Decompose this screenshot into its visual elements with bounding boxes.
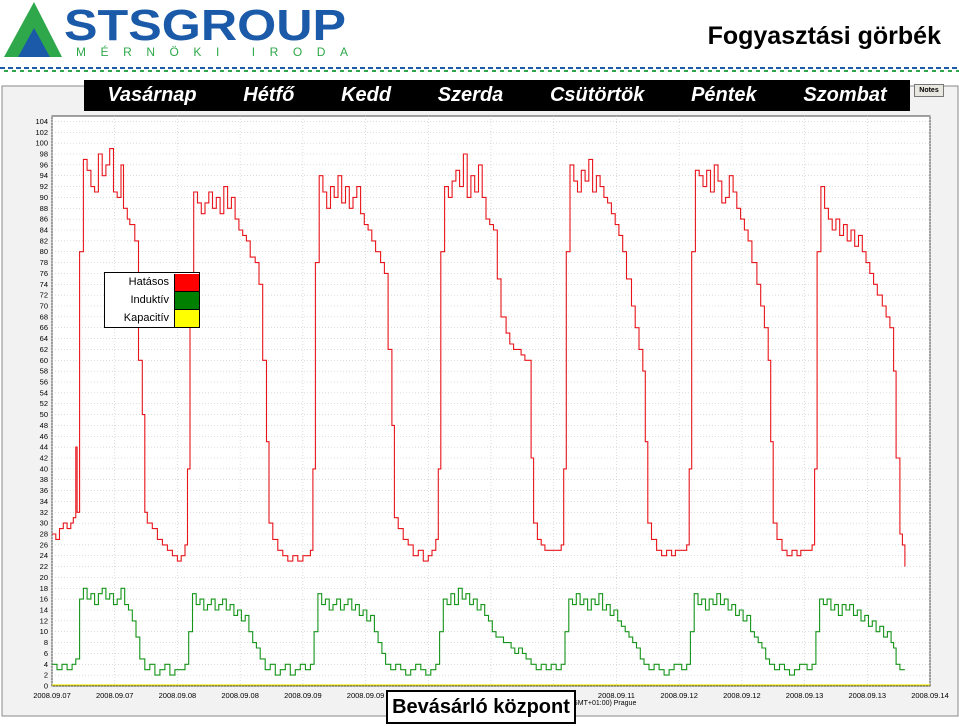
y-tick-label: 66 xyxy=(40,323,48,332)
y-tick-label: 62 xyxy=(40,345,48,354)
y-tick-label: 4 xyxy=(44,660,48,669)
y-tick-label: 40 xyxy=(40,464,48,473)
y-tick-label: 54 xyxy=(40,388,48,397)
x-tick-label: 2008.09.12 xyxy=(660,691,698,700)
y-tick-label: 28 xyxy=(40,530,48,539)
y-tick-label: 36 xyxy=(40,486,48,495)
y-tick-label: 102 xyxy=(35,128,48,137)
timezone-note: (GMT+01:00) Prague xyxy=(570,700,637,707)
y-tick-label: 60 xyxy=(40,356,48,365)
legend-item-hatasos: Hatásos xyxy=(105,273,199,291)
legend-item-kapacitiv: Kapacitív xyxy=(105,309,199,327)
x-tick-label: 2008.09.07 xyxy=(96,691,134,700)
legend-label: Kapacitív xyxy=(123,312,169,324)
y-tick-label: 22 xyxy=(40,562,48,571)
notes-button[interactable]: Notes xyxy=(914,84,944,97)
x-tick-label: 2008.09.11 xyxy=(598,691,635,700)
legend-swatch-yellow xyxy=(174,309,199,327)
x-tick-label: 2008.09.12 xyxy=(723,691,761,700)
day-label-thursday: Csütörtök xyxy=(549,84,645,106)
day-label-saturday: Szombat xyxy=(803,84,887,106)
chart-legend: Hatásos Induktív Kapacitív xyxy=(104,272,200,328)
y-tick-label: 52 xyxy=(40,399,48,408)
y-tick-label: 12 xyxy=(40,616,48,625)
y-tick-label: 98 xyxy=(40,150,48,159)
y-tick-label: 46 xyxy=(40,432,48,441)
day-label-tuesday: Kedd xyxy=(341,84,392,106)
chart-caption: Bevásárló központ xyxy=(386,690,576,724)
y-tick-label: 76 xyxy=(40,269,48,278)
y-tick-label: 70 xyxy=(40,302,48,311)
y-tick-label: 88 xyxy=(40,204,48,213)
y-tick-label: 92 xyxy=(40,182,48,191)
day-label-friday: Péntek xyxy=(691,84,757,106)
y-tick-label: 2 xyxy=(44,671,48,680)
y-tick-label: 84 xyxy=(40,226,48,235)
day-label-sunday: Vasárnap xyxy=(107,84,197,106)
y-tick-label: 74 xyxy=(40,280,48,289)
x-tick-label: 2008.09.08 xyxy=(221,691,259,700)
x-tick-label: 2008.09.13 xyxy=(786,691,824,700)
y-tick-label: 30 xyxy=(40,519,48,528)
y-tick-label: 104 xyxy=(35,117,48,126)
legend-item-induktiv: Induktív xyxy=(105,291,199,309)
y-tick-label: 20 xyxy=(40,573,48,582)
legend-swatch-green xyxy=(174,291,199,309)
y-tick-label: 78 xyxy=(40,258,48,267)
y-tick-label: 6 xyxy=(44,649,48,658)
y-tick-label: 100 xyxy=(35,139,48,148)
y-tick-label: 64 xyxy=(40,334,48,343)
y-tick-label: 10 xyxy=(40,627,48,636)
x-tick-label: 2008.09.09 xyxy=(284,691,322,700)
y-tick-label: 94 xyxy=(40,171,48,180)
legend-label: Induktív xyxy=(130,294,169,306)
y-tick-label: 8 xyxy=(44,638,48,647)
legend-swatch-red xyxy=(174,273,199,291)
x-tick-label: 2008.09.13 xyxy=(849,691,887,700)
x-tick-label: 2008.09.14 xyxy=(911,691,949,700)
x-tick-label: 2008.09.08 xyxy=(159,691,197,700)
y-tick-label: 68 xyxy=(40,312,48,321)
y-tick-label: 24 xyxy=(40,551,48,560)
day-label-wednesday: Szerda xyxy=(437,84,504,106)
y-tick-label: 42 xyxy=(40,454,48,463)
y-tick-label: 56 xyxy=(40,378,48,387)
y-tick-label: 80 xyxy=(40,247,48,256)
y-tick-label: 32 xyxy=(40,508,48,517)
y-tick-label: 34 xyxy=(40,497,48,506)
y-tick-label: 16 xyxy=(40,595,48,604)
y-tick-label: 82 xyxy=(40,236,48,245)
y-tick-label: 18 xyxy=(40,584,48,593)
legend-label: Hatásos xyxy=(128,276,169,288)
y-tick-label: 38 xyxy=(40,475,48,484)
y-tick-label: 86 xyxy=(40,215,48,224)
y-tick-label: 48 xyxy=(40,421,48,430)
x-tick-label: 2008.09.09 xyxy=(347,691,385,700)
y-tick-label: 58 xyxy=(40,367,48,376)
y-tick-label: 96 xyxy=(40,160,48,169)
day-label-monday: Hétfő xyxy=(243,84,295,106)
y-tick-label: 14 xyxy=(40,606,48,615)
y-tick-label: 0 xyxy=(44,682,48,691)
weekday-bar: Vasárnap Hétfő Kedd Szerda Csütörtök Pén… xyxy=(84,80,910,111)
x-tick-label: 2008.09.07 xyxy=(33,691,71,700)
y-tick-label: 50 xyxy=(40,410,48,419)
y-tick-label: 90 xyxy=(40,193,48,202)
y-tick-label: 26 xyxy=(40,540,48,549)
y-tick-label: 72 xyxy=(40,291,48,300)
y-tick-label: 44 xyxy=(40,443,48,452)
